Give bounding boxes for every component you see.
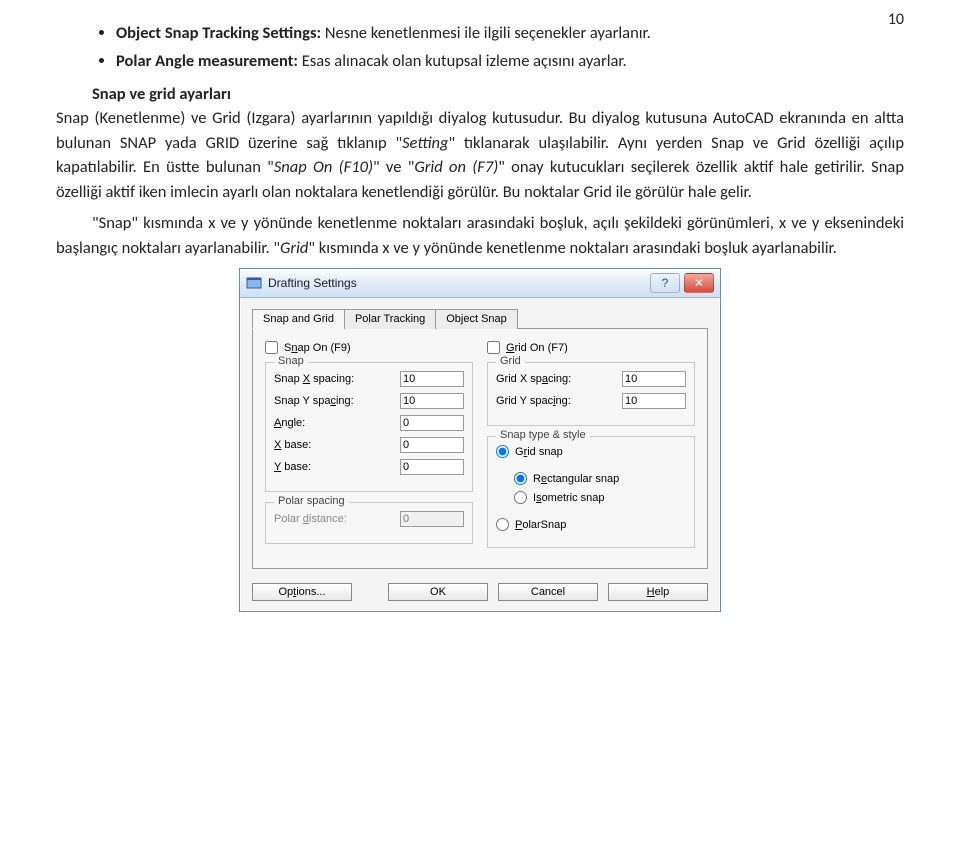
snap-group-legend: Snap [274, 355, 308, 367]
snap-x-field[interactable] [400, 371, 464, 387]
snap-y-label: Snap Y spacing: [274, 395, 400, 407]
snap-on-checkbox[interactable] [265, 341, 278, 354]
tab-object-snap[interactable]: Object Snap [435, 309, 518, 329]
dialog-button-row: Options... OK Cancel Help [240, 575, 720, 611]
ok-button[interactable]: OK [388, 583, 488, 601]
left-column: Snap On (F9) Snap Snap X spacing: Snap Y… [265, 341, 473, 558]
polarsnap-label: PolarSnap [515, 519, 566, 531]
polar-distance-label: Polar distance: [274, 513, 400, 525]
cancel-button[interactable]: Cancel [498, 583, 598, 601]
snap-group: Snap Snap X spacing: Snap Y spacing: [265, 362, 473, 492]
tab-polar-tracking[interactable]: Polar Tracking [344, 309, 436, 329]
bullet-2-label: Polar Angle measurement: [116, 51, 298, 71]
grid-x-label: Grid X spacing: [496, 373, 622, 385]
options-button[interactable]: Options... [252, 583, 352, 601]
snap-type-legend: Snap type & style [496, 429, 590, 441]
rectangular-snap-radio[interactable] [514, 472, 527, 485]
p1-c: " ve " [373, 157, 414, 177]
bullet-1: Object Snap Tracking Settings: Nesne ken… [116, 22, 904, 46]
titlebar-close-button[interactable]: ✕ [684, 273, 714, 293]
p1-gridon: Grid on (F7) [414, 157, 498, 177]
p1-setting: Setting [402, 133, 448, 153]
xbase-field[interactable] [400, 437, 464, 453]
snap-on-label: Snap On (F9) [284, 342, 351, 354]
snap-type-group: Snap type & style Grid snap Rectangular … [487, 436, 695, 548]
isometric-snap-label: Isometric snap [533, 492, 605, 504]
snap-y-field[interactable] [400, 393, 464, 409]
bullet-1-label: Object Snap Tracking Settings: [116, 23, 321, 43]
paragraph-2: "Snap" kısmında x ve y yönünde kenetlenm… [56, 211, 904, 261]
grid-on-label: Grid On (F7) [506, 342, 568, 354]
right-column: Grid On (F7) Grid Grid X spacing: Grid Y… [487, 341, 695, 558]
grid-on-checkbox[interactable] [487, 341, 500, 354]
grid-y-label: Grid Y spacing: [496, 395, 622, 407]
rectangular-snap-label: Rectangular snap [533, 473, 619, 485]
snap-x-label: Snap X spacing: [274, 373, 400, 385]
angle-field[interactable] [400, 415, 464, 431]
isometric-snap-radio[interactable] [514, 491, 527, 504]
bullet-2-desc: Esas alınacak olan kutupsal izleme açısı… [302, 51, 627, 71]
tab-snap-and-grid[interactable]: Snap and Grid [252, 309, 345, 329]
page-number: 10 [888, 10, 904, 29]
ybase-field[interactable] [400, 459, 464, 475]
grid-snap-label: Grid snap [515, 446, 563, 458]
polar-spacing-legend: Polar spacing [274, 495, 349, 507]
polar-spacing-group: Polar spacing Polar distance: [265, 502, 473, 544]
polarsnap-radio[interactable] [496, 518, 509, 531]
bullet-2: Polar Angle measurement: Esas alınacak o… [116, 50, 904, 74]
xbase-label: X base: [274, 439, 400, 451]
subheading: Snap ve grid ayarları [92, 84, 904, 104]
titlebar[interactable]: Drafting Settings ? ✕ [240, 269, 720, 298]
titlebar-help-button[interactable]: ? [650, 273, 680, 293]
ybase-label: Y base: [274, 461, 400, 473]
tab-content: Snap On (F9) Snap Snap X spacing: Snap Y… [252, 328, 708, 569]
angle-label: Angle: [274, 417, 400, 429]
polar-distance-field [400, 511, 464, 527]
grid-group-legend: Grid [496, 355, 525, 367]
grid-snap-radio[interactable] [496, 445, 509, 458]
bullet-list: Object Snap Tracking Settings: Nesne ken… [116, 22, 904, 74]
app-icon [246, 275, 262, 291]
paragraph-1: Snap (Kenetlenme) ve Grid (Izgara) ayarl… [56, 106, 904, 205]
drafting-settings-dialog: Drafting Settings ? ✕ Snap and Grid Pola… [239, 268, 721, 612]
dialog-title: Drafting Settings [268, 276, 650, 290]
p2-grid: Grid [280, 238, 308, 258]
p2-b: " kısmında x ve y yönünde kenetlenme nok… [308, 238, 836, 258]
grid-group: Grid Grid X spacing: Grid Y spacing: [487, 362, 695, 426]
p1-snapon: Snap On (F10) [274, 157, 373, 177]
help-button[interactable]: Help [608, 583, 708, 601]
bullet-1-desc: Nesne kenetlenmesi ile ilgili seçenekler… [325, 23, 651, 43]
grid-y-field[interactable] [622, 393, 686, 409]
grid-x-field[interactable] [622, 371, 686, 387]
tab-strip: Snap and Grid Polar Tracking Object Snap [252, 308, 708, 328]
